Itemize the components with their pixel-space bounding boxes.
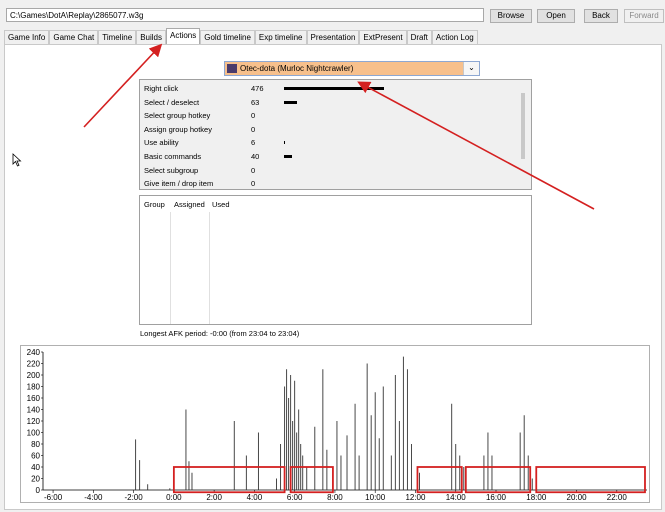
annotation-arrow-player — [357, 81, 595, 210]
annotation-arrow-tab — [83, 43, 163, 128]
annotation-overlay — [83, 43, 595, 210]
